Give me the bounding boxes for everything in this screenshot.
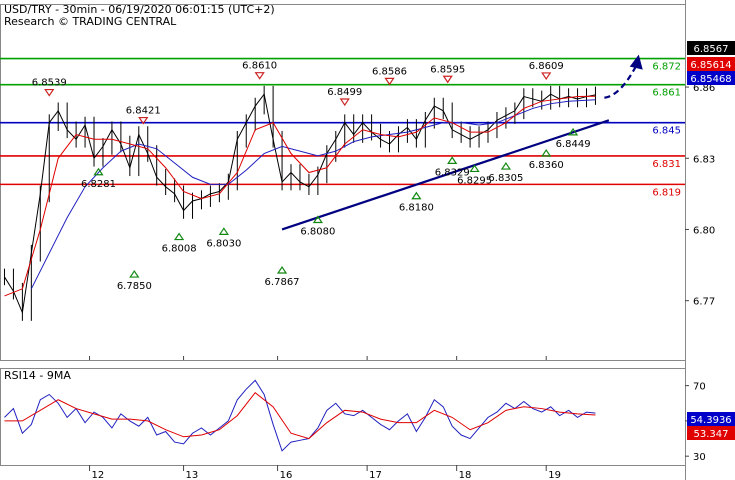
- swing-high-label: 6.8421: [126, 106, 161, 117]
- chart-background: [0, 0, 735, 480]
- x-day-tick-label: 12: [92, 470, 105, 480]
- swing-low-label: 6.7850: [117, 281, 152, 292]
- usdtry-chart: 6.866.836.806.776.8726.8616.8456.8316.81…: [0, 0, 735, 480]
- x-day-tick-label: 19: [548, 470, 561, 480]
- swing-high-label: 6.8586: [372, 66, 407, 77]
- level-label: 6.831: [652, 159, 681, 170]
- x-day-tick-label: 16: [280, 470, 293, 480]
- price-value-badge-label: 6.8567: [694, 44, 729, 55]
- level-label: 6.845: [652, 126, 681, 137]
- x-day-tick-label: 18: [459, 470, 472, 480]
- price-y-tick-label: 6.83: [693, 154, 715, 165]
- swing-low-label: 6.8080: [300, 226, 335, 237]
- level-label: 6.819: [652, 187, 681, 198]
- swing-low-label: 6.7867: [265, 277, 300, 288]
- swing-low-label: 6.8281: [81, 179, 116, 190]
- x-day-tick-label: 13: [186, 470, 199, 480]
- rsi-y-tick-label: 70: [693, 382, 706, 393]
- swing-high-label: 6.8595: [430, 64, 465, 75]
- swing-low-label: 6.8008: [162, 244, 197, 255]
- swing-high-label: 6.8499: [327, 87, 362, 98]
- price-value-badge-label: 6.85614: [690, 60, 731, 71]
- swing-low-label: 6.8180: [399, 203, 434, 214]
- level-label: 6.872: [652, 62, 681, 73]
- chart-subtitle: Research © TRADING CENTRAL: [4, 15, 177, 28]
- swing-high-label: 6.8539: [32, 78, 67, 89]
- rsi-panel-label: RSI14 - 9MA: [4, 369, 71, 382]
- swing-high-label: 6.8609: [529, 61, 564, 72]
- rsi-value-badge-label: 54.3936: [690, 415, 731, 426]
- rsi-value-badge-label: 53.347: [694, 429, 729, 440]
- price-y-tick-label: 6.77: [693, 297, 715, 308]
- rsi-y-tick-label: 30: [693, 452, 706, 463]
- price-value-badge-label: 6.85468: [690, 74, 731, 85]
- price-y-tick-label: 6.80: [693, 225, 715, 236]
- swing-high-label: 6.8610: [242, 61, 277, 72]
- swing-low-label: 6.8449: [556, 139, 591, 150]
- swing-low-label: 6.8305: [488, 173, 523, 184]
- swing-low-label: 6.8360: [529, 160, 564, 171]
- swing-low-label: 6.8030: [206, 238, 241, 249]
- swing-low-label: 6.8295: [457, 175, 492, 186]
- x-day-tick-label: 17: [369, 470, 382, 480]
- level-label: 6.861: [652, 88, 681, 99]
